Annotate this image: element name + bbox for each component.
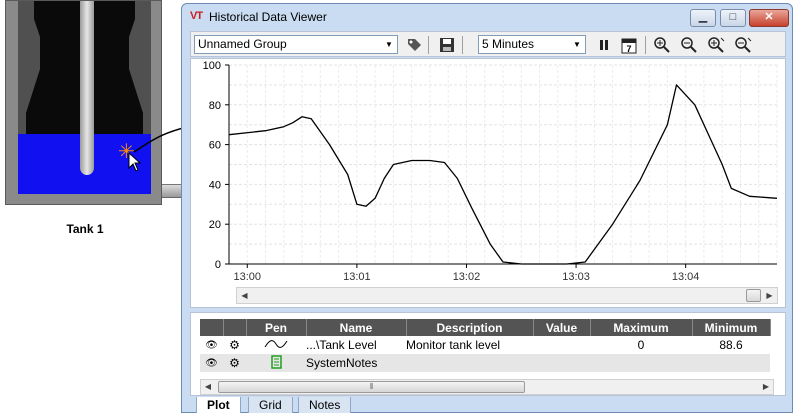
zoom-out-icon[interactable] bbox=[679, 35, 699, 55]
pen-description bbox=[406, 354, 533, 372]
y-tick-label: 80 bbox=[209, 100, 221, 112]
pen-name: SystemNotes bbox=[306, 354, 406, 372]
header-visibility[interactable] bbox=[200, 319, 224, 336]
minimize-button[interactable]: ▁ bbox=[690, 9, 716, 27]
header-description[interactable]: Description bbox=[406, 319, 534, 336]
save-icon[interactable] bbox=[437, 35, 457, 55]
screen: Tank 1 ✳ VT Historical Data Viewer ▁ □ ✕… bbox=[0, 0, 793, 413]
header-minimum[interactable]: Minimum bbox=[692, 319, 771, 336]
scroll-left-icon[interactable]: ◀ bbox=[237, 288, 252, 303]
header-value[interactable]: Value bbox=[533, 319, 591, 336]
scroll-right-icon[interactable]: ▶ bbox=[759, 380, 773, 394]
toolbar-separator bbox=[428, 36, 429, 54]
svg-text:7: 7 bbox=[626, 44, 631, 54]
header-pen[interactable]: Pen bbox=[246, 319, 307, 336]
line-pen-icon[interactable] bbox=[246, 336, 306, 354]
pen-minimum bbox=[692, 354, 770, 372]
title-bar[interactable]: VT Historical Data Viewer ▁ □ ✕ bbox=[182, 4, 792, 30]
chevron-down-icon[interactable]: ▼ bbox=[570, 37, 584, 52]
x-tick-label: 13:00 bbox=[234, 271, 262, 283]
pen-value bbox=[533, 336, 590, 354]
y-tick-label: 0 bbox=[215, 259, 221, 271]
y-tick-label: 60 bbox=[209, 140, 221, 152]
pen-table-horizontal-scrollbar[interactable]: ◀ ⦀ ▶ bbox=[200, 379, 774, 395]
x-tick-label: 13:02 bbox=[453, 271, 481, 283]
scroll-left-icon[interactable]: ◀ bbox=[201, 380, 215, 394]
zoom-in-x-icon[interactable] bbox=[706, 35, 726, 55]
timespan-select[interactable]: 5 Minutes ▼ bbox=[478, 35, 586, 54]
timespan-select-value: 5 Minutes bbox=[482, 37, 535, 51]
plot-horizontal-scrollbar[interactable]: ◀ ▶ bbox=[236, 287, 778, 304]
table-row[interactable]: 👁 ⚙ ...\Tank Level Monitor tank level 0 … bbox=[200, 336, 770, 354]
plot-area[interactable]: 100 80 60 40 20 0 13:00 13:01 13:02 13:03 13:04 ◀ … bbox=[190, 58, 786, 308]
tag-icon[interactable] bbox=[404, 35, 424, 55]
close-button[interactable]: ✕ bbox=[749, 9, 789, 27]
app-logo: VT bbox=[190, 10, 203, 22]
x-tick-label: 13:04 bbox=[672, 271, 700, 283]
header-settings[interactable] bbox=[223, 319, 247, 336]
eye-icon[interactable]: 👁 bbox=[200, 336, 223, 354]
toolbar-separator bbox=[462, 36, 463, 54]
header-maximum[interactable]: Maximum bbox=[590, 319, 693, 336]
pen-maximum: 0 bbox=[637, 338, 645, 352]
pen-name: ...\Tank Level bbox=[306, 338, 377, 352]
mixer-shaft bbox=[80, 1, 94, 175]
tank-outlet-pipe bbox=[162, 184, 182, 198]
gear-icon[interactable]: ⚙ bbox=[223, 336, 246, 354]
pen-description: Monitor tank level bbox=[406, 338, 501, 352]
toolbar: Unnamed Group ▼ 5 Minutes ▼ 7 bbox=[190, 31, 786, 57]
x-tick-label: 13:01 bbox=[343, 271, 371, 283]
tab-notes[interactable]: Notes bbox=[298, 397, 352, 413]
eye-icon[interactable]: 👁 bbox=[200, 354, 223, 372]
pause-icon[interactable] bbox=[594, 35, 614, 55]
window-title: Historical Data Viewer bbox=[209, 10, 327, 24]
maximize-button[interactable]: □ bbox=[720, 9, 746, 27]
pen-maximum bbox=[590, 354, 692, 372]
header-name[interactable]: Name bbox=[306, 319, 407, 336]
tank-graphic bbox=[5, 0, 162, 205]
x-tick-label: 13:03 bbox=[562, 271, 590, 283]
y-tick-label: 100 bbox=[203, 60, 221, 72]
notes-pen-icon[interactable] bbox=[246, 354, 306, 372]
pen-minimum: 88.6 bbox=[719, 338, 743, 352]
group-select-value: Unnamed Group bbox=[198, 37, 287, 51]
view-tabs: Plot Grid Notes bbox=[190, 397, 786, 413]
tab-plot[interactable]: Plot bbox=[196, 397, 241, 413]
group-select[interactable]: Unnamed Group ▼ bbox=[194, 35, 398, 54]
tank-label: Tank 1 bbox=[66, 222, 104, 236]
zoom-in-icon[interactable] bbox=[652, 35, 672, 55]
pen-value bbox=[533, 354, 590, 372]
scroll-thumb[interactable]: ⦀ bbox=[218, 381, 525, 393]
pen-panel: Pen Name Description Value Maximum Minim… bbox=[190, 312, 786, 396]
gear-icon[interactable]: ⚙ bbox=[223, 354, 246, 372]
toolbar-separator bbox=[645, 36, 646, 54]
y-tick-label: 40 bbox=[209, 179, 221, 191]
tab-grid[interactable]: Grid bbox=[248, 397, 293, 413]
scroll-right-icon[interactable]: ▶ bbox=[762, 288, 777, 303]
calendar-icon[interactable]: 7 bbox=[619, 35, 639, 55]
y-tick-label: 20 bbox=[209, 219, 221, 231]
chevron-down-icon[interactable]: ▼ bbox=[382, 37, 396, 52]
pen-table-header: Pen Name Description Value Maximum Minim… bbox=[200, 319, 771, 336]
historical-data-viewer-window: VT Historical Data Viewer ▁ □ ✕ Unnamed … bbox=[181, 3, 793, 413]
zoom-out-x-icon[interactable] bbox=[733, 35, 753, 55]
pen-table: Pen Name Description Value Maximum Minim… bbox=[200, 319, 771, 372]
table-row[interactable]: 👁 ⚙ SystemNotes bbox=[200, 354, 770, 372]
trend-chart[interactable]: 100 80 60 40 20 0 13:00 13:01 13:02 13:03 13:04 bbox=[191, 59, 785, 285]
scroll-thumb[interactable] bbox=[746, 289, 761, 302]
